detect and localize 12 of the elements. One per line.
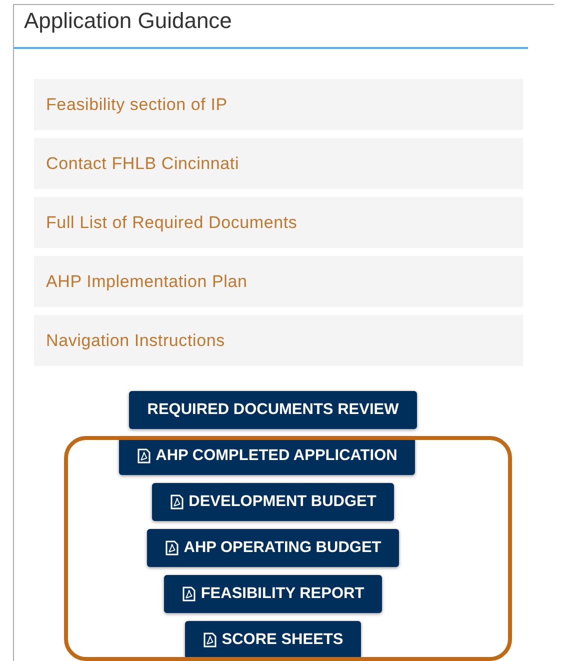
pdf-file-icon: [164, 540, 179, 556]
document-button[interactable]: SCORE SHEETS: [184, 621, 362, 659]
document-button[interactable]: FEASIBILITY REPORT: [164, 575, 382, 613]
document-button[interactable]: DEVELOPMENT BUDGET: [152, 483, 394, 521]
pdf-file-icon: [182, 586, 196, 602]
pdf-file-icon: [136, 448, 151, 464]
document-button[interactable]: REQUIRED DOCUMENTS REVIEW: [129, 391, 417, 429]
pdf-file-icon: [170, 494, 184, 510]
panel-title: Application Guidance: [14, 5, 528, 49]
pdf-file-icon: [202, 632, 217, 648]
document-button[interactable]: AHP COMPLETED APPLICATION: [118, 437, 416, 475]
document-button[interactable]: AHP OPERATING BUDGET: [146, 529, 400, 567]
